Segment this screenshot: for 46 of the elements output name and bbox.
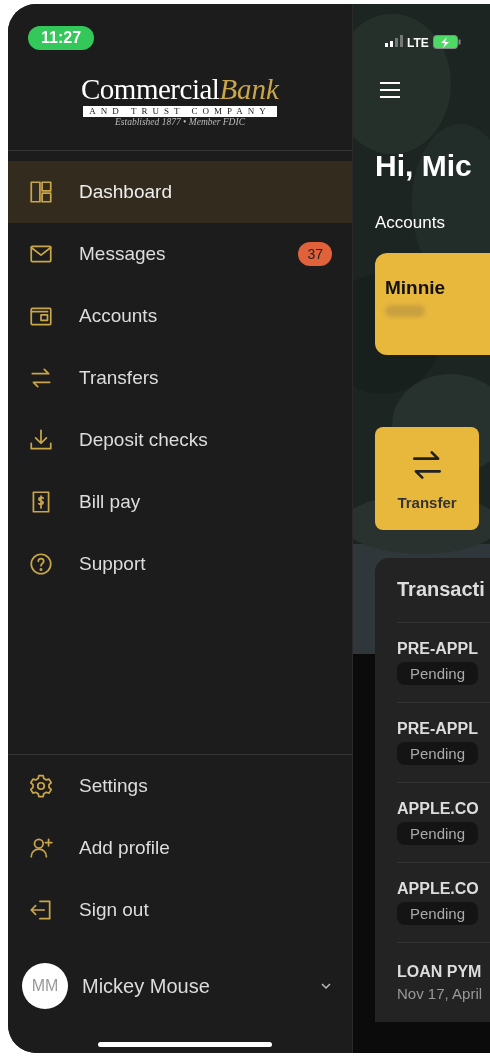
transaction-name: LOAN PYM: [397, 963, 482, 981]
nav-item[interactable]: Deposit checks: [8, 409, 352, 471]
menu-icon[interactable]: [379, 81, 401, 99]
logo-tagline: AND TRUST COMPANY: [83, 106, 277, 117]
help-icon: [28, 551, 54, 577]
status-tag: Pending: [397, 742, 479, 765]
transaction-name: APPLE.CO: [397, 800, 479, 818]
nav-item[interactable]: Sign out: [8, 879, 352, 941]
section-title: Accounts: [375, 213, 446, 233]
greeting: Hi, Mic: [375, 149, 473, 183]
nav-item[interactable]: Settings: [8, 755, 352, 817]
nav-item[interactable]: Dashboard: [8, 161, 352, 223]
status-tag: Pending: [397, 902, 479, 925]
add-user-icon: [28, 835, 54, 861]
card-title: Transacti: [397, 578, 486, 602]
signal-icon: [385, 35, 403, 47]
user-name: Mickey Mouse: [82, 974, 211, 998]
logo-text: Commercial: [81, 73, 220, 106]
transaction-date: Nov 17, April: [397, 985, 483, 1002]
nav-item[interactable]: Bill pay: [8, 471, 352, 533]
profile-switcher[interactable]: MM Mickey Mouse: [8, 955, 352, 1017]
unread-count: 37: [298, 242, 332, 266]
account-name: Minnie: [385, 277, 447, 299]
status-tag: Pending: [397, 662, 479, 685]
gear-icon: [28, 773, 54, 799]
nav-item[interactable]: Support: [8, 533, 352, 595]
nav-item[interactable]: Transfers: [8, 347, 352, 409]
transaction-name: APPLE.CO: [397, 880, 479, 898]
redacted-number: [385, 305, 425, 317]
nav-item[interactable]: Add profile: [8, 817, 352, 879]
transaction-name: PRE-APPL: [397, 640, 478, 658]
sign-out-icon: [28, 897, 54, 923]
account-card[interactable]: Minnie: [375, 253, 490, 355]
nav-item[interactable]: Accounts: [8, 285, 352, 347]
network-label: LTE: [407, 36, 429, 50]
dashboard-icon: [28, 179, 54, 205]
nav-item[interactable]: Messages 37: [8, 223, 352, 285]
transaction-name: PRE-APPL: [397, 720, 478, 738]
chevron-down-icon: [320, 982, 332, 990]
download-icon: [28, 427, 54, 453]
logo-text: Bank: [219, 73, 279, 106]
status-tag: Pending: [397, 822, 479, 845]
transfer-action[interactable]: Transfer: [375, 427, 479, 530]
logo-subline: Established 1877 • Member FDIC: [115, 117, 245, 127]
status-time: 11:27: [28, 26, 95, 50]
user-avatar: MM: [22, 963, 68, 1009]
